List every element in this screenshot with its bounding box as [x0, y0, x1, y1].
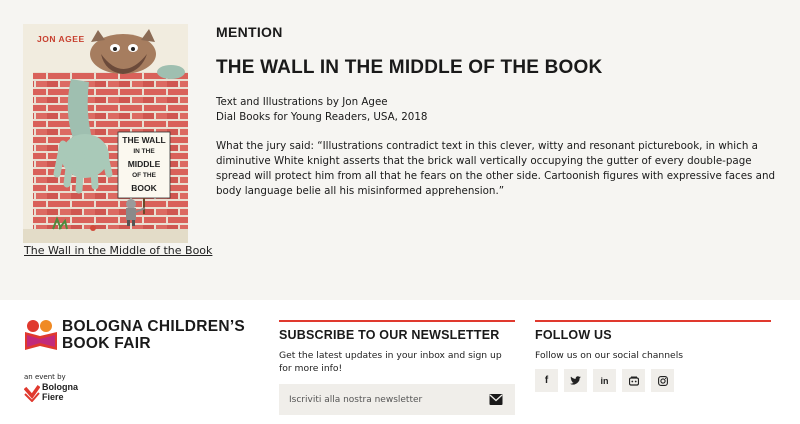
- credits-author: Text and Illustrations by Jon Agee: [216, 96, 388, 108]
- credits-publisher: Dial Books for Young Readers, USA, 2018: [216, 111, 428, 123]
- cover-caption-link[interactable]: The Wall in the Middle of the Book: [24, 244, 212, 257]
- newsletter-heading: SUBSCRIBE TO OUR NEWSLETTER: [279, 328, 500, 342]
- mention-label: MENTION: [216, 24, 283, 40]
- award-section: JON AGEE THE WALL IN THE MIDDLE OF THE B…: [0, 0, 800, 300]
- book-cover-image[interactable]: JON AGEE THE WALL IN THE MIDDLE OF THE B…: [23, 24, 188, 243]
- follow-section: FOLLOW US Follow us on our social channe…: [535, 320, 771, 392]
- jury-statement: What the jury said: “Illustrations contr…: [216, 140, 776, 197]
- youtube-icon[interactable]: [622, 369, 645, 392]
- site-footer: BOLOGNA CHILDREN’S BOOK FAIR an event by…: [0, 300, 800, 424]
- newsletter-email-input[interactable]: [279, 384, 479, 415]
- newsletter-section: SUBSCRIBE TO OUR NEWSLETTER Get the late…: [279, 320, 515, 415]
- event-by-label: an event by: [24, 373, 66, 381]
- instagram-glyph: [657, 375, 668, 386]
- book-credits: Text and Illustrations by Jon Agee Dial …: [216, 95, 776, 125]
- youtube-glyph: [628, 376, 639, 386]
- cover-author: JON AGEE: [37, 34, 85, 44]
- book-title: THE WALL IN THE MIDDLE OF THE BOOK: [216, 57, 603, 78]
- linkedin-icon[interactable]: in: [593, 369, 616, 392]
- twitter-bird-glyph: [570, 376, 581, 385]
- newsletter-text: Get the latest updates in your inbox and…: [279, 350, 502, 374]
- cover-sign-line: MIDDLE: [127, 159, 161, 169]
- follow-heading: FOLLOW US: [535, 328, 612, 342]
- send-envelope-icon[interactable]: [489, 393, 503, 406]
- bcbf-logo-icon: [25, 320, 57, 350]
- bf-line1: Bologna: [42, 382, 78, 392]
- cover-sign-line: IN THE: [133, 148, 155, 155]
- bcbf-name-line1: BOLOGNA CHILDREN’S: [62, 318, 246, 335]
- award-details: MENTION THE WALL IN THE MIDDLE OF THE BO…: [216, 24, 776, 199]
- bologna-fiere-icon: [24, 384, 40, 402]
- facebook-icon[interactable]: f: [535, 369, 558, 392]
- cover-sign-line: THE WALL: [122, 135, 166, 145]
- follow-text: Follow us on our social channels: [535, 350, 684, 361]
- bologna-fiere-name: Bologna Fiere: [42, 382, 102, 402]
- bf-line2: Fiere: [42, 392, 64, 402]
- social-links: f in: [535, 369, 771, 392]
- cover-sign-line: BOOK: [131, 183, 157, 193]
- bcbf-name-line2: BOOK FAIR: [62, 335, 151, 352]
- newsletter-form: [279, 384, 515, 415]
- bcbf-name: BOLOGNA CHILDREN’S BOOK FAIR: [62, 318, 292, 352]
- instagram-icon[interactable]: [651, 369, 674, 392]
- twitter-icon[interactable]: [564, 369, 587, 392]
- cover-sign-text: THE WALL IN THE MIDDLE OF THE BOOK: [118, 134, 170, 194]
- cover-sign-line: OF THE: [132, 172, 156, 179]
